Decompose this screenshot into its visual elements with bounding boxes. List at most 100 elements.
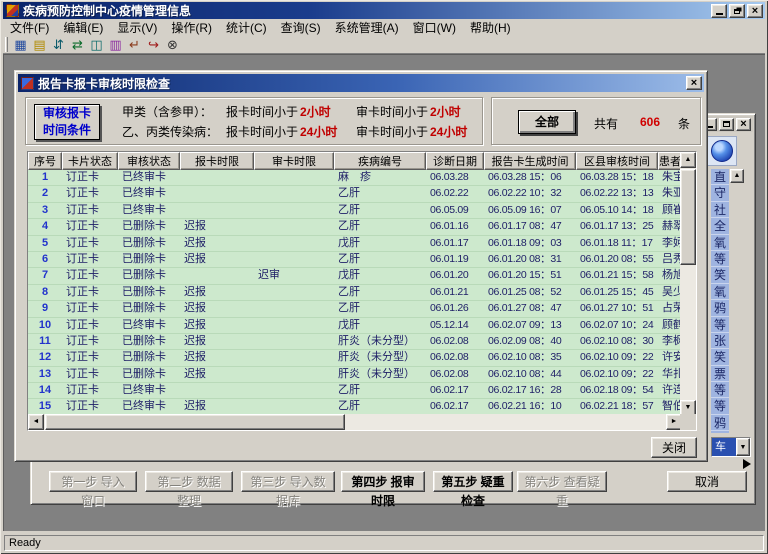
step-button-2[interactable]: 第二步 数据整理: [145, 471, 233, 492]
menu-item[interactable]: 系统管理(A): [328, 18, 406, 37]
table-cell: 已删除卡: [118, 219, 180, 234]
table-row[interactable]: 7订正卡已删除卡迟审戊肝06.01.2006.01.20 15：5106.01.…: [28, 268, 682, 284]
menu-item[interactable]: 显示(V): [110, 18, 164, 37]
menu-item[interactable]: 窗口(W): [406, 18, 463, 37]
table-cell: [180, 170, 254, 185]
table-row[interactable]: 10订正卡已终审卡迟报戊肝05.12.1406.02.07 09：1306.02…: [28, 318, 682, 334]
dialog-close-icon[interactable]: ×: [686, 76, 702, 90]
list-item[interactable]: 氧: [711, 284, 729, 300]
column-header[interactable]: 审卡时限: [254, 152, 334, 170]
menu-item[interactable]: 统计(C): [219, 18, 274, 37]
scroll-up-icon[interactable]: ▲: [680, 152, 696, 168]
vertical-scrollbar[interactable]: ▲ ▼: [680, 152, 696, 416]
main-titlebar: 疾病预防控制中心疫情管理信息 ×: [3, 2, 765, 19]
menu-item[interactable]: 操作(R): [164, 18, 219, 37]
list-item[interactable]: 张: [711, 333, 729, 349]
list-item[interactable]: 氧: [711, 235, 729, 251]
show-all-button[interactable]: 全部: [518, 110, 576, 134]
menu-item[interactable]: 帮助(H): [463, 18, 518, 37]
cancel-button[interactable]: 取消: [667, 471, 747, 492]
list-item[interactable]: 票: [711, 366, 729, 382]
horizontal-scroll-thumb[interactable]: [45, 414, 345, 430]
table-row[interactable]: 9订正卡已删除卡迟报乙肝06.01.2606.01.27 08：4706.01.…: [28, 301, 682, 317]
table-cell: 顾鹤: [658, 318, 682, 333]
list-item[interactable]: 直: [711, 169, 729, 185]
table-view-icon[interactable]: ▦: [11, 36, 30, 53]
vertical-scroll-thumb[interactable]: [680, 169, 696, 265]
close-dialog-button[interactable]: 关闭: [651, 437, 697, 458]
list-item[interactable]: 社: [711, 202, 729, 218]
chevron-down-icon[interactable]: ▼: [736, 438, 750, 456]
list-item[interactable]: 守: [711, 185, 729, 201]
table-cell: [254, 399, 334, 414]
conditions-groupbox: 审核报卡 时间条件 甲类（含参甲）： 报卡时间小于 2小时 审卡时间小于 2小时…: [25, 97, 483, 145]
card-export-icon[interactable]: ↪: [144, 36, 163, 53]
scrollbar-corner: [680, 414, 696, 430]
table-cell: [254, 186, 334, 201]
scroll-left-icon[interactable]: ◄: [28, 414, 44, 430]
column-header[interactable]: 卡片状态: [62, 152, 118, 170]
menu-item[interactable]: 查询(S): [274, 18, 328, 37]
open-card-icon[interactable]: ▤: [30, 36, 49, 53]
table-cell: 乙肝: [334, 252, 426, 267]
table-row[interactable]: 11订正卡已删除卡迟报肝炎（未分型）06.02.0806.02.09 08：40…: [28, 334, 682, 350]
table-cell: 迟审: [254, 268, 334, 283]
list-item[interactable]: 鸦: [711, 300, 729, 316]
column-header[interactable]: 患者: [658, 152, 682, 170]
step-button-5[interactable]: 第五步 疑重检查: [433, 471, 513, 492]
list-item[interactable]: 等: [711, 317, 729, 333]
column-header[interactable]: 区县审核时间: [576, 152, 658, 170]
wizard-maximize-button[interactable]: [719, 118, 734, 131]
list-item[interactable]: 等: [711, 398, 729, 414]
report-chart-icon[interactable]: ▥: [106, 36, 125, 53]
background-combobox[interactable]: 车 ▼: [711, 437, 751, 457]
column-header[interactable]: 报卡时限: [180, 152, 254, 170]
table-cell: 戊肝: [334, 268, 426, 283]
card-import-icon[interactable]: ↵: [125, 36, 144, 53]
wizard-close-button[interactable]: ×: [736, 118, 751, 131]
table-row[interactable]: 6订正卡已删除卡迟报乙肝06.01.1906.01.20 08：3106.01.…: [28, 252, 682, 268]
close-button[interactable]: ×: [747, 4, 763, 18]
batch-check-icon[interactable]: ⇄: [68, 36, 87, 53]
list-item[interactable]: 等: [711, 382, 729, 398]
list-item[interactable]: 鸦: [711, 415, 729, 431]
step-button-4[interactable]: 第四步 报审时限: [341, 471, 425, 492]
step-button-3[interactable]: 第三步 导入数据库: [241, 471, 335, 492]
minimize-button[interactable]: [711, 4, 727, 18]
table-row[interactable]: 4订正卡已删除卡迟报乙肝06.01.1606.01.17 08：4706.01.…: [28, 219, 682, 235]
list-item[interactable]: 笑: [711, 267, 729, 283]
conditions-caption-line1: 审核报卡: [35, 105, 99, 122]
table-row[interactable]: 12订正卡已删除卡迟报肝炎（未分型）06.02.0806.02.10 08：35…: [28, 350, 682, 366]
column-header[interactable]: 审核状态: [118, 152, 180, 170]
table-row[interactable]: 14订正卡已终审卡乙肝06.02.1706.02.17 16：2806.02.1…: [28, 383, 682, 399]
horizontal-scrollbar[interactable]: ◄ ►: [28, 414, 682, 430]
exit-icon[interactable]: ⊗: [163, 36, 182, 53]
table-row[interactable]: 2订正卡已终审卡乙肝06.02.2206.02.22 10：3206.02.22…: [28, 186, 682, 202]
table-cell: 已终审卡: [118, 170, 180, 185]
list-item[interactable]: 笑: [711, 349, 729, 365]
menu-item[interactable]: 文件(F): [3, 18, 56, 37]
list-item[interactable]: 全: [711, 218, 729, 234]
menu-item[interactable]: 编辑(E): [56, 18, 110, 37]
column-header[interactable]: 疾病编号: [334, 152, 426, 170]
column-header[interactable]: 报告卡生成时间: [484, 152, 576, 170]
transfer-data-icon[interactable]: ◫: [87, 36, 106, 53]
scroll-up-icon[interactable]: ▲: [730, 169, 744, 183]
table-row[interactable]: 3订正卡已终审卡乙肝06.05.0906.05.09 16：0706.05.10…: [28, 203, 682, 219]
table-row[interactable]: 13订正卡已删除卡迟报肝炎（未分型）06.02.0806.02.10 08：44…: [28, 367, 682, 383]
step-button-1[interactable]: 第一步 导入窗口: [49, 471, 137, 492]
summary-groupbox: 全部 共有 606 条: [491, 97, 701, 145]
table-row[interactable]: 5订正卡已删除卡迟报戊肝06.01.1706.01.18 09：0306.01.…: [28, 236, 682, 252]
table-row[interactable]: 1订正卡已终审卡麻 疹06.03.2806.03.28 15：0606.03.2…: [28, 170, 682, 186]
table-cell: 06.01.17 08：47: [484, 219, 576, 234]
table-cell: 订正卡: [62, 170, 118, 185]
list-item[interactable]: 等: [711, 251, 729, 267]
step-button-6[interactable]: 第六步 查看疑重: [517, 471, 607, 492]
restore-button[interactable]: [729, 4, 745, 18]
table-cell: 06.02.08: [426, 367, 484, 382]
sort-check-icon[interactable]: ⇵: [49, 36, 68, 53]
column-header[interactable]: 诊断日期: [426, 152, 484, 170]
column-header[interactable]: 序号: [28, 152, 62, 170]
total-label: 共有: [594, 115, 618, 132]
table-row[interactable]: 8订正卡已删除卡迟报乙肝06.01.2106.01.25 08：5206.01.…: [28, 285, 682, 301]
